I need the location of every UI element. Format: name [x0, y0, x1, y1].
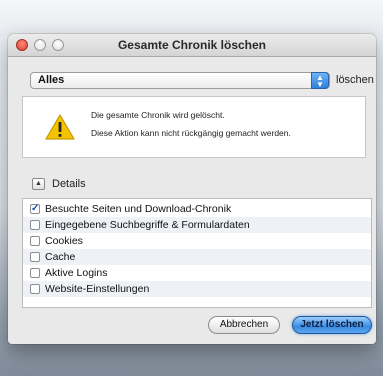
warning-icon: [45, 114, 75, 140]
item-label: Eingegebene Suchbegriffe & Formulardaten: [45, 219, 250, 231]
list-item[interactable]: Aktive Logins: [23, 265, 371, 281]
item-label: Cache: [45, 251, 76, 263]
warning-line-2: Diese Aktion kann nicht rückgängig gemac…: [91, 128, 291, 138]
list-item[interactable]: Cache: [23, 249, 371, 265]
window-title: Gesamte Chronik löschen: [117, 38, 267, 52]
triangle-up-icon: ▲: [35, 180, 42, 187]
checkbox[interactable]: [30, 268, 40, 278]
clear-now-button[interactable]: Jetzt löschen: [292, 316, 372, 334]
item-label: Website-Einstellungen: [45, 283, 150, 295]
list-item[interactable]: Eingegebene Suchbegriffe & Formulardaten: [23, 217, 371, 233]
checkbox[interactable]: [30, 252, 40, 262]
cancel-button[interactable]: Abbrechen: [208, 316, 280, 334]
item-label: Besuchte Seiten und Download-Chronik: [45, 203, 232, 215]
history-items-list: ✓ Besuchte Seiten und Download-Chronik E…: [22, 198, 372, 308]
loeschen-label: löschen: [336, 74, 374, 86]
updown-arrows-icon: ▲ ▼: [311, 72, 329, 89]
details-label: Details: [52, 178, 86, 190]
checkbox[interactable]: ✓: [30, 204, 40, 214]
list-item[interactable]: ✓ Besuchte Seiten und Download-Chronik: [23, 201, 371, 217]
list-item[interactable]: Cookies: [23, 233, 371, 249]
clear-history-dialog: Gesamte Chronik löschen Alles ▲ ▼ löschen…: [8, 34, 376, 344]
checkbox[interactable]: [30, 284, 40, 294]
titlebar: Gesamte Chronik löschen: [8, 34, 376, 57]
item-label: Cookies: [45, 235, 83, 247]
warning-message-box: Die gesamte Chronik wird gelöscht. Diese…: [22, 96, 366, 158]
warning-line-1: Die gesamte Chronik wird gelöscht.: [91, 110, 225, 120]
time-range-value: Alles: [38, 74, 65, 86]
desktop-background: [0, 0, 383, 36]
item-label: Aktive Logins: [45, 267, 108, 279]
checkbox[interactable]: [30, 220, 40, 230]
checkbox[interactable]: [30, 236, 40, 246]
details-toggle-button[interactable]: ▲: [32, 178, 45, 190]
time-range-select[interactable]: Alles ▲ ▼: [30, 72, 330, 89]
list-item[interactable]: Website-Einstellungen: [23, 281, 371, 297]
